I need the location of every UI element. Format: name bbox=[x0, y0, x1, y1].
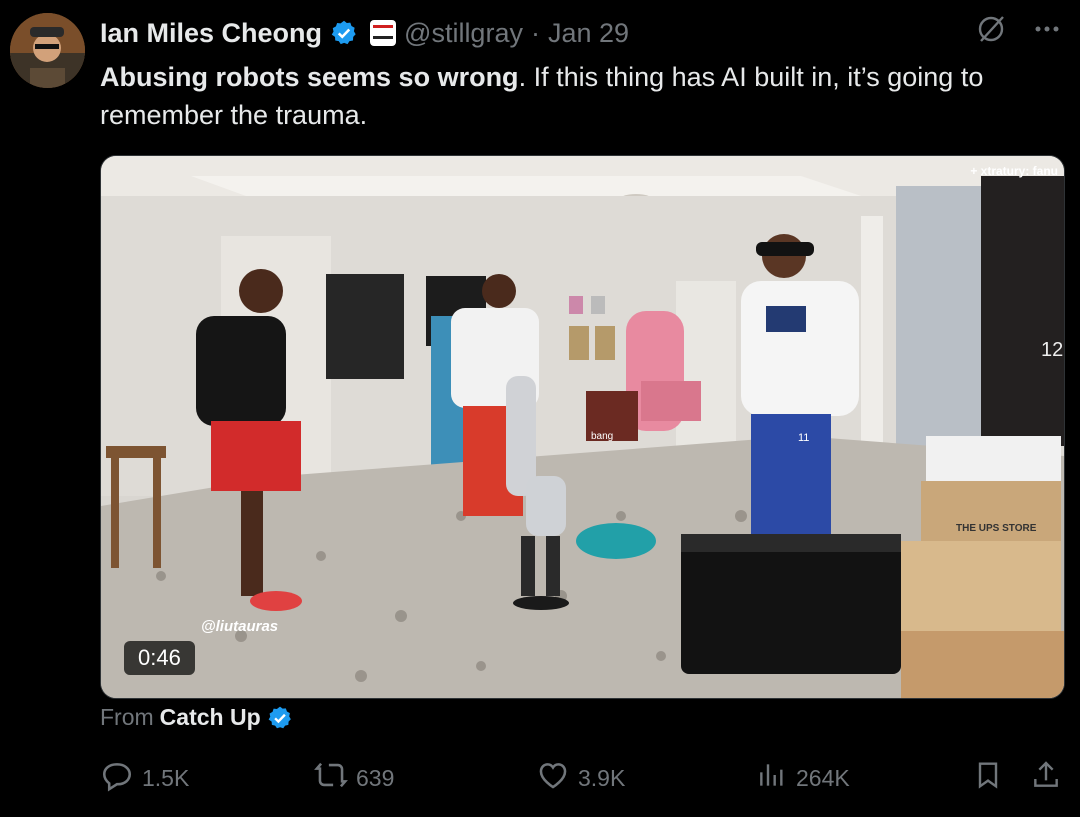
repost-icon bbox=[314, 758, 348, 798]
tweet-date[interactable]: Jan 29 bbox=[548, 18, 629, 49]
share-button[interactable] bbox=[1030, 758, 1062, 798]
video-duration: 0:46 bbox=[124, 641, 195, 675]
grok-slash-icon[interactable] bbox=[976, 14, 1006, 49]
source-name[interactable]: Catch Up bbox=[160, 704, 261, 731]
like-icon bbox=[536, 758, 570, 798]
like-count: 3.9K bbox=[578, 764, 626, 791]
video-corner-tag: + xtratury: fanu bbox=[970, 164, 1058, 178]
author-handle[interactable]: @stillgray bbox=[404, 18, 523, 49]
tweet-text-bold: Abusing robots seems so wrong bbox=[100, 62, 519, 92]
video-watermark: @liutauras bbox=[201, 618, 279, 635]
wall-number: 12 bbox=[1041, 339, 1063, 361]
jersey-number: 11 bbox=[798, 432, 809, 444]
author-avatar[interactable] bbox=[10, 13, 85, 88]
verified-badge-icon bbox=[330, 19, 358, 47]
avatar-image bbox=[10, 13, 85, 88]
share-icon bbox=[1030, 758, 1062, 798]
video-frame: bang 11 THE UPS STORE 12 bbox=[101, 156, 1064, 698]
like-button[interactable]: 3.9K bbox=[536, 758, 625, 798]
video-player[interactable]: bang 11 THE UPS STORE 12 + xtratury: fan… bbox=[100, 155, 1065, 699]
bookmark-button[interactable] bbox=[972, 758, 1004, 798]
header-separator: · bbox=[530, 17, 540, 48]
verified-badge-icon bbox=[267, 705, 293, 731]
reply-count: 1.5K bbox=[142, 764, 190, 791]
source-label: From bbox=[100, 704, 154, 730]
views-button[interactable]: 264K bbox=[756, 758, 850, 798]
views-icon bbox=[756, 758, 788, 798]
tweet-text: Abusing robots seems so wrong. If this t… bbox=[100, 58, 1050, 134]
reply-icon bbox=[100, 758, 134, 798]
repost-count: 639 bbox=[356, 764, 395, 791]
tweet-actions: 1.5K 639 3.9K 264K bbox=[100, 758, 1062, 798]
views-count: 264K bbox=[796, 764, 850, 791]
speaker-label: bang bbox=[591, 431, 613, 442]
author-name[interactable]: Ian Miles Cheong bbox=[100, 18, 322, 49]
reply-button[interactable]: 1.5K bbox=[100, 758, 189, 798]
video-source: From Catch Up bbox=[100, 704, 293, 731]
bookmark-icon bbox=[972, 758, 1004, 798]
ups-store-label: THE UPS STORE bbox=[956, 523, 1037, 534]
tweet-header: Ian Miles Cheong @stillgray · Jan 29 bbox=[100, 14, 629, 52]
more-icon[interactable] bbox=[1032, 14, 1062, 49]
affiliate-badge[interactable] bbox=[370, 20, 397, 46]
top-right-actions bbox=[976, 14, 1062, 49]
repost-button[interactable]: 639 bbox=[314, 758, 394, 798]
